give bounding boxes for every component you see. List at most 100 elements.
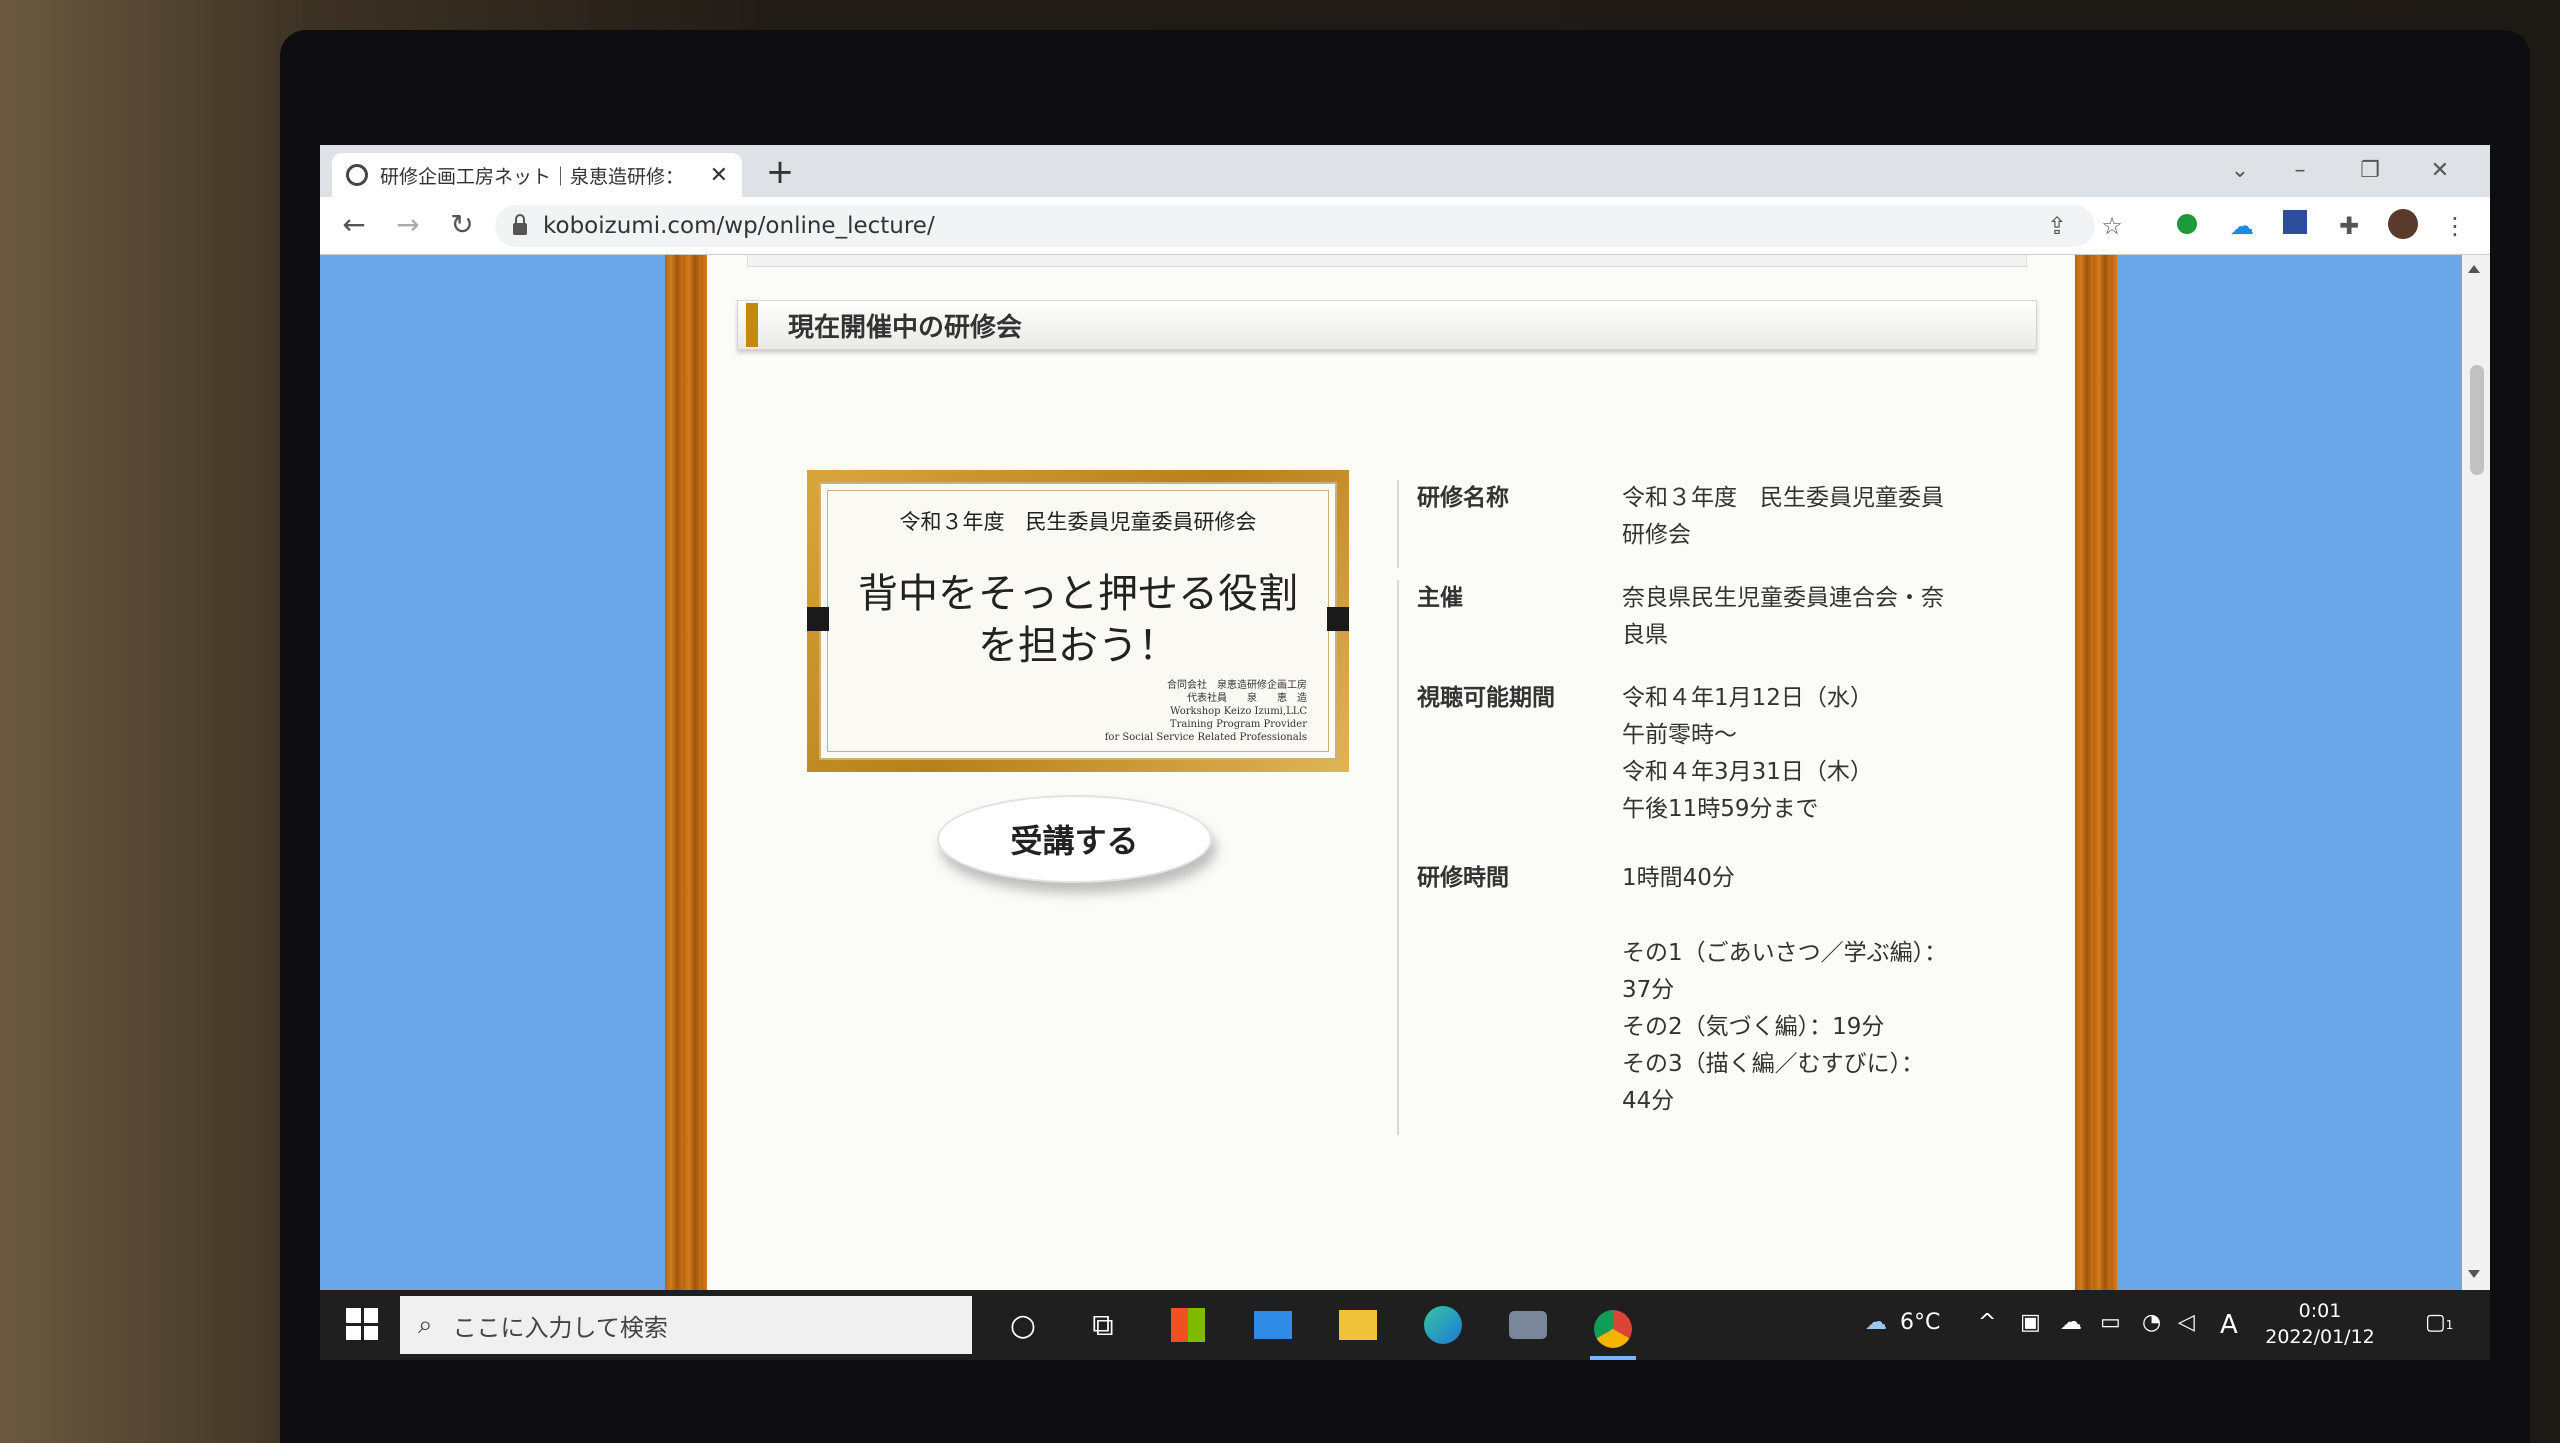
extensions-puzzle-icon[interactable]: ✚ [2332, 209, 2366, 243]
info-value: 令和３年度 民生委員児童委員 研修会 [1622, 480, 2017, 568]
close-window-button[interactable]: ✕ [2420, 151, 2460, 191]
top-divider [747, 255, 2027, 267]
battery-icon[interactable]: ▭ [2100, 1310, 2121, 1335]
minimize-button[interactable]: – [2280, 151, 2320, 191]
info-value-line: その2（気づく編）：19分 [1622, 1014, 1885, 1040]
file-explorer-icon[interactable] [1335, 1302, 1381, 1348]
section-accent-bar [746, 303, 758, 347]
info-value: 1時間40分 その1（ごあいさつ／学ぶ編）： 37分 その2（気づく編）：19分… [1622, 860, 2017, 1135]
info-value-line: 良県 [1622, 622, 1668, 648]
info-value-line: 令和４年3月31日（木） [1622, 759, 1873, 785]
lecture-info-table: 研修名称 令和３年度 民生委員児童委員 研修会 主催 奈良県民生児童委員連合会・… [1397, 480, 2017, 1135]
extension-green-icon[interactable] [2170, 209, 2204, 243]
camera-icon[interactable] [1505, 1302, 1551, 1348]
lecture-banner-image[interactable]: 令和３年度 民生委員児童委員研修会 背中をそっと押せる役割 を担おう！ 合同会社… [807, 470, 1349, 772]
banner-subtitle: 令和３年度 民生委員児童委員研修会 [899, 510, 1257, 534]
lock-icon [513, 214, 527, 235]
credit-line: Training Program Provider [1169, 719, 1307, 730]
info-value-line: 午前零時～ [1622, 722, 1737, 748]
taskbar-search-box[interactable]: ⌕ ここに入力して検索 [400, 1296, 972, 1354]
menu-kebab-icon[interactable]: ⋮ [2438, 209, 2472, 243]
info-label: 主催 [1417, 585, 1463, 611]
wifi-icon[interactable]: ◔ [2142, 1310, 2161, 1335]
share-icon[interactable]: ⇪ [2040, 209, 2074, 243]
web-page: 現在開催中の研修会 令和３年度 民生委員児童委員研修会 背中をそっと押せる役割 … [320, 255, 2490, 1290]
weather-icon[interactable]: ☁ [1865, 1310, 1887, 1335]
meet-now-icon[interactable]: ▣ [2020, 1310, 2041, 1335]
show-hidden-icons-icon[interactable]: ^ [1978, 1310, 1996, 1335]
banner-main-line-1: 背中をそっと押せる役割 [858, 571, 1298, 617]
info-value-line: 令和３年度 民生委員児童委員 [1622, 485, 1944, 511]
cortana-icon[interactable]: ○ [1000, 1302, 1046, 1348]
profile-avatar[interactable] [2386, 209, 2420, 243]
task-view-icon[interactable]: ⧉ [1080, 1302, 1126, 1348]
banner-credit: 合同会社 泉恵造研修企画工房 代表社員 泉 恵 造 Workshop Keizo… [1105, 679, 1307, 744]
banner-main-line-2: を担おう！ [978, 623, 1178, 669]
banner-clip-right [1327, 607, 1349, 631]
new-tab-button[interactable]: + [760, 153, 800, 193]
taskbar-clock[interactable]: 0:01 2022/01/12 [2260, 1298, 2380, 1350]
onedrive-icon[interactable]: ☁ [2060, 1310, 2082, 1335]
tab-bar: 研修企画工房ネット｜泉恵造研修： ✕ + ⌄ – ❐ ✕ [320, 145, 2490, 197]
info-row-name: 研修名称 令和３年度 民生委員児童委員 研修会 [1397, 480, 2017, 568]
restore-button[interactable]: ❐ [2350, 151, 2390, 191]
wood-frame-left [665, 255, 707, 1290]
info-value-line: 研修会 [1622, 522, 1691, 548]
clock-time: 0:01 [2298, 1300, 2342, 1322]
browser-tab[interactable]: 研修企画工房ネット｜泉恵造研修： ✕ [332, 153, 742, 197]
info-label: 視聴可能期間 [1417, 685, 1555, 711]
section-title: 現在開催中の研修会 [788, 312, 1023, 343]
chrome-icon[interactable] [1590, 1302, 1636, 1360]
windows-taskbar: ⌕ ここに入力して検索 ○ ⧉ ☁ 6°C ^ ▣ ☁ ▭ ◔ ◁ A 0:01… [320, 1290, 2490, 1360]
info-value-line: 奈良県民生児童委員連合会・奈 [1622, 585, 1944, 611]
ime-indicator[interactable]: A [2220, 1310, 2238, 1340]
search-placeholder: ここに入力して検索 [452, 1313, 668, 1342]
notification-count: 1 [2445, 1318, 2454, 1332]
cloud-extension-icon[interactable]: ☁ [2225, 209, 2259, 243]
info-value: 奈良県民生児童委員連合会・奈 良県 [1622, 580, 2017, 680]
address-bar[interactable]: koboizumi.com/wp/online_lecture/ [495, 205, 2095, 247]
calendar-extension-icon[interactable] [2278, 209, 2312, 243]
info-row-duration: 研修時間 1時間40分 その1（ごあいさつ／学ぶ編）： 37分 その2（気づく編… [1397, 860, 2017, 1135]
mail-icon[interactable] [1250, 1302, 1296, 1348]
globe-icon [346, 164, 368, 186]
enroll-button[interactable]: 受講する [937, 795, 1212, 883]
browser-toolbar: ← → ↻ koboizumi.com/wp/online_lecture/ ⇪… [320, 197, 2490, 255]
tab-search-icon[interactable]: ⌄ [2220, 151, 2260, 191]
url-text: koboizumi.com/wp/online_lecture/ [543, 213, 935, 239]
scroll-down-icon[interactable] [2468, 1270, 2480, 1278]
reload-button[interactable]: ↻ [442, 205, 482, 245]
back-button[interactable]: ← [334, 205, 374, 245]
info-value: 令和４年1月12日（水） 午前零時～ 令和４年3月31日（木） 午後11時59分… [1622, 680, 2017, 860]
scroll-up-icon[interactable] [2468, 265, 2480, 273]
banner-main-title: 背中をそっと押せる役割 を担おう！ [821, 568, 1335, 672]
notification-icon[interactable]: ▢1 [2425, 1310, 2453, 1335]
banner-inner: 令和３年度 民生委員児童委員研修会 背中をそっと押せる役割 を担おう！ 合同会社… [819, 482, 1337, 760]
windows-start-icon[interactable] [346, 1308, 378, 1340]
info-label: 研修時間 [1417, 865, 1509, 891]
section-header: 現在開催中の研修会 [737, 300, 2037, 350]
forward-button[interactable]: → [388, 205, 428, 245]
info-value-line: 午後11時59分まで [1622, 796, 1819, 822]
microsoft-store-icon[interactable] [1165, 1302, 1211, 1348]
info-label: 研修名称 [1417, 485, 1509, 511]
edge-icon[interactable] [1420, 1302, 1466, 1348]
wood-frame-right [2075, 255, 2117, 1290]
credit-line: for Social Service Related Professionals [1104, 732, 1307, 743]
info-row-host: 主催 奈良県民生児童委員連合会・奈 良県 [1397, 580, 2017, 680]
info-row-period: 視聴可能期間 令和４年1月12日（水） 午前零時～ 令和４年3月31日（木） 午… [1397, 680, 2017, 860]
info-value-line: その3（描く編／むすびに）： [1622, 1051, 1925, 1077]
enroll-button-label: 受講する [1010, 822, 1139, 860]
info-value-line: 1時間40分 [1622, 865, 1735, 891]
info-value-line: その1（ごあいさつ／学ぶ編）： [1622, 940, 1948, 966]
weather-temp[interactable]: 6°C [1900, 1310, 1940, 1335]
scroll-thumb[interactable] [2470, 365, 2484, 475]
bookmark-star-icon[interactable]: ☆ [2095, 209, 2129, 243]
tab-title: 研修企画工房ネット｜泉恵造研修： [380, 165, 685, 188]
page-scrollbar[interactable] [2462, 255, 2490, 1290]
credit-line: 代表社員 泉 恵 造 [1187, 693, 1307, 704]
info-value-line: 37分 [1622, 977, 1675, 1003]
volume-icon[interactable]: ◁ [2178, 1310, 2195, 1335]
close-tab-icon[interactable]: ✕ [710, 163, 728, 188]
info-value-line: 令和４年1月12日（水） [1622, 685, 1873, 711]
